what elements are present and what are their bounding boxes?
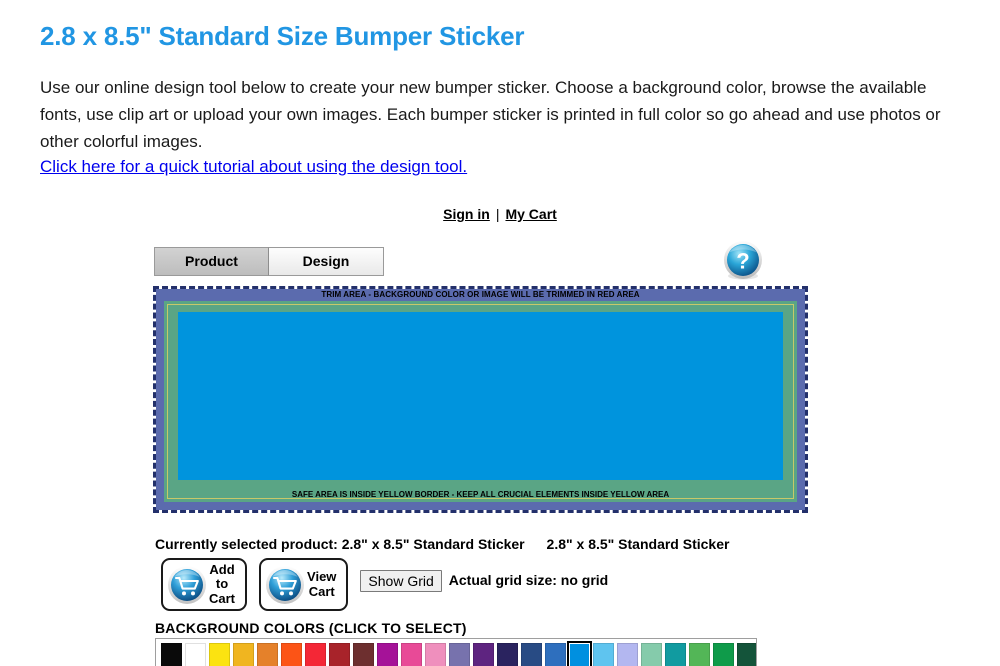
color-swatch-sky-blue[interactable] (593, 643, 614, 666)
color-swatch-pink[interactable] (401, 643, 422, 666)
selected-product-label: Currently selected product: (155, 536, 338, 552)
color-swatch-dark-green[interactable] (737, 643, 756, 666)
selected-product-name: 2.8" x 8.5" Standard Sticker (341, 536, 525, 552)
color-swatch-mint-green[interactable] (641, 643, 662, 666)
grid-size-status: Actual grid size: no grid (448, 572, 609, 588)
help-question-icon[interactable]: ? (722, 240, 764, 282)
color-swatch-black[interactable] (161, 643, 182, 666)
color-swatch-medium-blue[interactable] (545, 643, 566, 666)
view-cart-label: View Cart (307, 569, 337, 599)
artboard-background[interactable] (178, 312, 783, 480)
view-cart-button[interactable]: View Cart (259, 558, 349, 611)
color-swatch-emerald[interactable] (713, 643, 734, 666)
account-bar: Sign in | My Cart (0, 206, 1000, 222)
trim-area: TRIM AREA - BACKGROUND COLOR OR IMAGE WI… (156, 289, 805, 510)
color-swatch-red[interactable] (305, 643, 326, 666)
shopping-cart-icon (265, 565, 305, 605)
color-swatch-dark-red[interactable] (329, 643, 350, 666)
show-grid-button[interactable]: Show Grid (360, 570, 442, 592)
color-swatch-orange-red[interactable] (281, 643, 302, 666)
tab-design[interactable]: Design (269, 247, 384, 276)
safe-area: SAFE AREA IS INSIDE YELLOW BORDER - KEEP… (164, 301, 797, 502)
color-swatch-light-pink[interactable] (425, 643, 446, 666)
color-swatch-teal[interactable] (665, 643, 686, 666)
background-color-palette[interactable] (155, 638, 757, 666)
account-separator: | (495, 206, 500, 222)
selected-product-line: Currently selected product: 2.8" x 8.5" … (155, 536, 729, 552)
color-swatch-yellow[interactable] (209, 643, 230, 666)
background-colors-heading: BACKGROUND COLORS (CLICK TO SELECT) (155, 620, 467, 636)
color-swatch-maroon[interactable] (353, 643, 374, 666)
color-swatch-bright-blue[interactable] (567, 641, 592, 666)
selected-product-name-repeat: 2.8" x 8.5" Standard Sticker (546, 536, 730, 552)
shopping-cart-icon (167, 565, 207, 605)
color-swatch-purple[interactable] (473, 643, 494, 666)
safe-area-label: SAFE AREA IS INSIDE YELLOW BORDER - KEEP… (291, 490, 670, 499)
my-cart-link[interactable]: My Cart (505, 206, 556, 222)
color-swatch-orange[interactable] (257, 643, 278, 666)
sticker-design-canvas[interactable]: TRIM AREA - BACKGROUND COLOR OR IMAGE WI… (153, 286, 808, 513)
color-swatch-navy-blue[interactable] (521, 643, 542, 666)
page-title: 2.8 x 8.5" Standard Size Bumper Sticker (40, 21, 525, 52)
tab-product[interactable]: Product (154, 247, 269, 276)
add-to-cart-button[interactable]: Add to Cart (161, 558, 248, 611)
tab-bar: Product Design (154, 247, 384, 276)
svg-text:?: ? (736, 249, 749, 274)
color-swatch-green[interactable] (689, 643, 710, 666)
add-to-cart-label: Add to Cart (209, 562, 236, 606)
sign-in-link[interactable]: Sign in (443, 206, 490, 222)
color-swatch-magenta[interactable] (377, 643, 398, 666)
page-root: 2.8 x 8.5" Standard Size Bumper Sticker … (0, 0, 1000, 666)
action-button-row: Add to Cart View Cart Show Grid Actual g… (161, 558, 608, 611)
tutorial-link[interactable]: Click here for a quick tutorial about us… (40, 157, 467, 177)
color-swatch-white[interactable] (185, 643, 206, 666)
color-swatch-slate-purple[interactable] (449, 643, 470, 666)
color-swatch-lavender[interactable] (617, 643, 638, 666)
color-swatch-dark-indigo[interactable] (497, 643, 518, 666)
trim-area-label: TRIM AREA - BACKGROUND COLOR OR IMAGE WI… (321, 290, 640, 299)
color-swatch-gold[interactable] (233, 643, 254, 666)
intro-paragraph: Use our online design tool below to crea… (40, 78, 941, 151)
